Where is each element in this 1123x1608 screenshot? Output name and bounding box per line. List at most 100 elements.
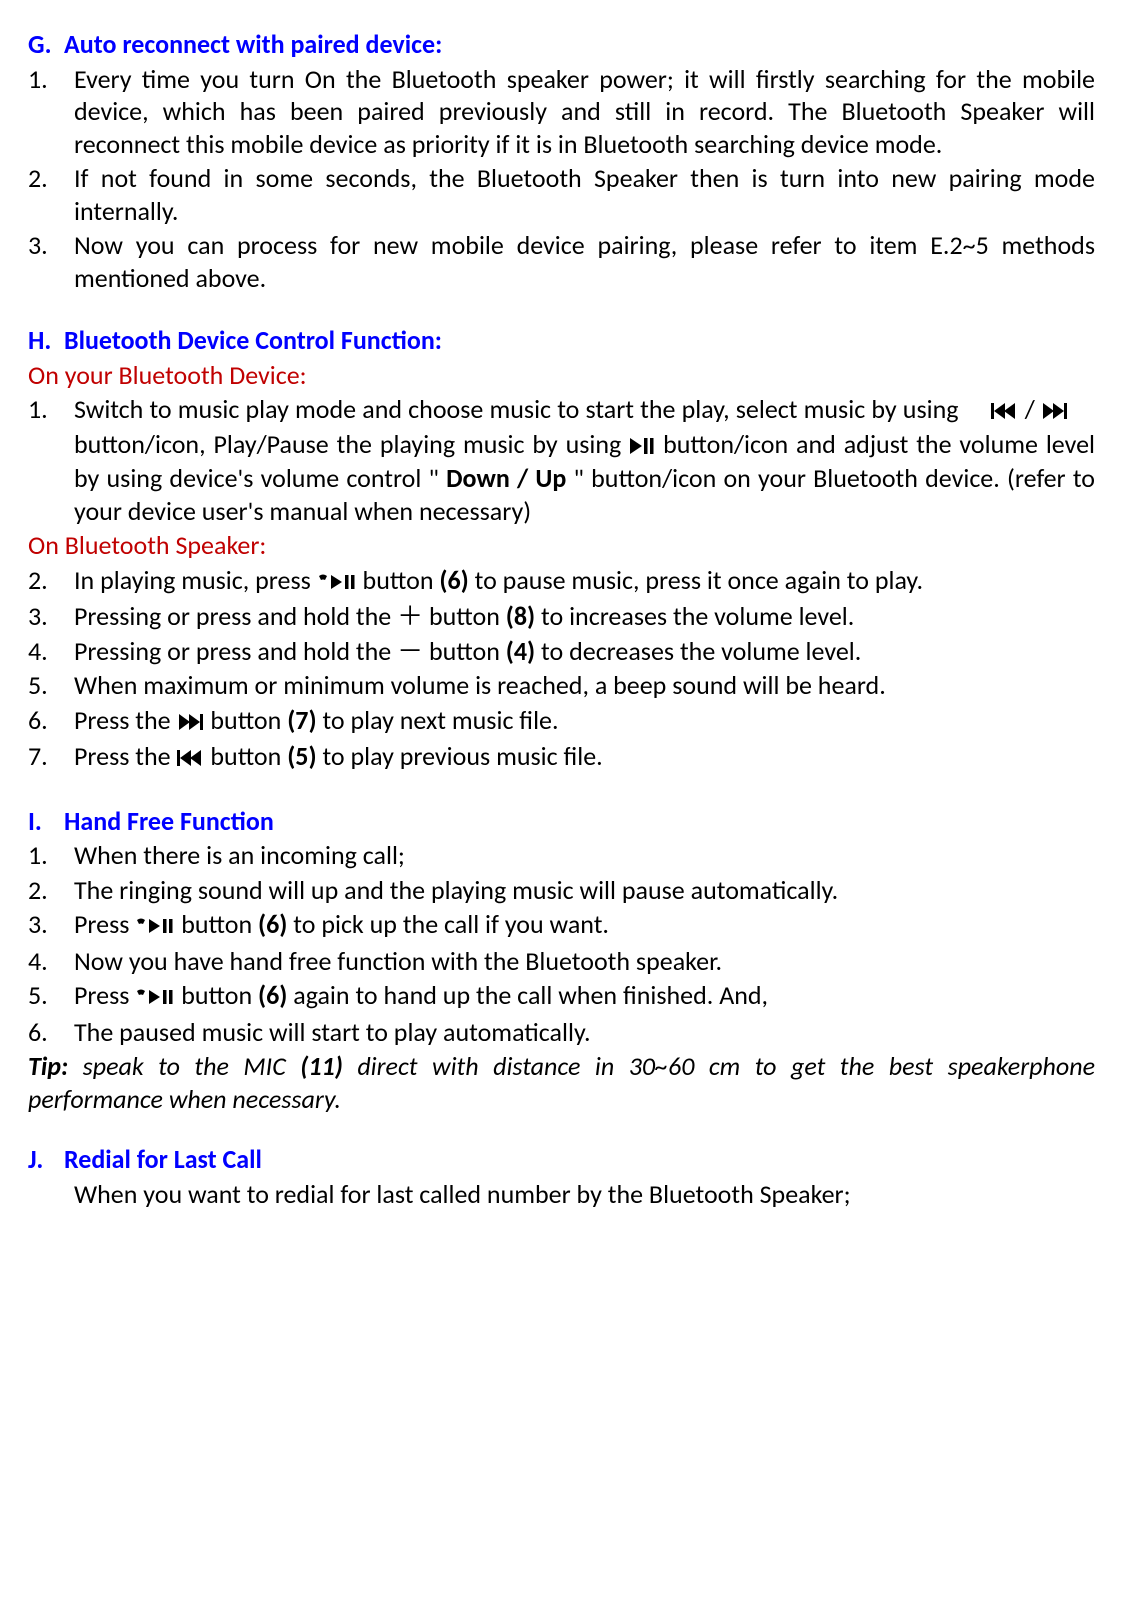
list-item: 1. Switch to music play mode and choose …	[28, 393, 1095, 527]
section-h-sub1: On your Bluetooth Device:	[28, 359, 1095, 392]
item-number: 1.	[28, 839, 74, 872]
item-text: In playing music, press button (6) to pa…	[74, 564, 1095, 599]
text-fragment: speak to the MIC	[68, 1050, 300, 1082]
section-j-title-text: Redial for Last Call	[64, 1143, 262, 1175]
text-fragment: button	[423, 635, 506, 667]
list-item: 6. The paused music will start to play a…	[28, 1016, 1095, 1049]
phone-play-pause-icon	[135, 981, 175, 1014]
item-number: 6.	[28, 1016, 74, 1049]
text-fragment: In playing music, press	[74, 564, 317, 596]
text-fragment: Press the	[74, 740, 177, 772]
list-item: 3. Pressing or press and hold the ＋ butt…	[28, 600, 1095, 633]
button-ref: (7)	[287, 704, 316, 736]
spacer	[28, 296, 1095, 324]
text-fragment: Pressing or press and hold the	[74, 635, 397, 667]
section-h-list2: 2. In playing music, press button (6) to…	[28, 564, 1095, 775]
section-j-title: J.Redial for Last Call	[28, 1143, 1095, 1176]
list-item: 4. Pressing or press and hold the － butt…	[28, 635, 1095, 668]
section-i-list: 1. When there is an incoming call; 2. Th…	[28, 839, 1095, 1048]
list-item: 1. Every time you turn On the Bluetooth …	[28, 63, 1095, 161]
item-text: Switch to music play mode and choose mus…	[74, 393, 1095, 527]
list-item: 3. Now you can process for new mobile de…	[28, 229, 1095, 294]
section-h-title: H.Bluetooth Device Control Function:	[28, 324, 1095, 357]
item-number: 6.	[28, 704, 74, 739]
section-g-list: 1. Every time you turn On the Bluetooth …	[28, 63, 1095, 295]
section-j-body: When you want to redial for last called …	[28, 1178, 1095, 1211]
item-text: The ringing sound will up and the playin…	[74, 874, 1095, 907]
plus-icon: ＋	[397, 600, 423, 632]
item-text: Now you can process for new mobile devic…	[74, 229, 1095, 294]
text-fragment: to play previous music file.	[317, 740, 603, 772]
text-fragment: Press	[74, 908, 135, 940]
item-text: When maximum or minimum volume is reache…	[74, 669, 1095, 702]
item-number: 3.	[28, 229, 74, 294]
button-ref: (4)	[506, 635, 535, 667]
text-fragment: Press	[74, 979, 135, 1011]
item-text: Pressing or press and hold the ＋ button …	[74, 600, 1095, 633]
list-item: 2. If not found in some seconds, the Blu…	[28, 162, 1095, 227]
text-fragment: Press the	[74, 704, 177, 736]
item-number: 2.	[28, 564, 74, 599]
text-fragment: Switch to music play mode and choose mus…	[74, 393, 991, 425]
text-fragment: button	[357, 564, 440, 596]
mic-ref: (11)	[300, 1050, 343, 1082]
section-i-title-text: Hand Free Function	[64, 805, 274, 837]
text-fragment: button	[205, 704, 288, 736]
item-text: Now you have hand free function with the…	[74, 945, 1095, 978]
minus-icon: －	[397, 635, 423, 667]
section-h-title-text: Bluetooth Device Control Function:	[64, 324, 442, 356]
item-number: 5.	[28, 669, 74, 702]
list-item: 7. Press the button (5) to play previous…	[28, 740, 1095, 775]
text-fragment: to increases the volume level.	[535, 600, 854, 632]
play-pause-icon	[629, 430, 655, 463]
button-ref: (5)	[287, 740, 316, 772]
item-number: 2.	[28, 874, 74, 907]
item-number: 3.	[28, 908, 74, 943]
item-text: Press button (6) to pick up the call if …	[74, 908, 1095, 943]
spacer	[28, 777, 1095, 805]
skip-previous-icon	[177, 742, 205, 775]
phone-play-pause-icon	[135, 910, 175, 943]
item-number: 4.	[28, 635, 74, 668]
text-fragment: to pick up the call if you want.	[287, 908, 609, 940]
item-text: Press the button (5) to play previous mu…	[74, 740, 1095, 775]
section-g-prefix: G.	[28, 28, 64, 61]
text-fragment: button	[423, 600, 506, 632]
item-text: Every time you turn On the Bluetooth spe…	[74, 63, 1095, 161]
item-number: 2.	[28, 162, 74, 227]
list-item: 2. In playing music, press button (6) to…	[28, 564, 1095, 599]
list-item: 6. Press the button (7) to play next mus…	[28, 704, 1095, 739]
text-fragment: again to hand up the call when finished.…	[287, 979, 768, 1011]
section-i-title: I.Hand Free Function	[28, 805, 1095, 838]
spacer	[28, 1115, 1095, 1143]
list-item: 5. When maximum or minimum volume is rea…	[28, 669, 1095, 702]
list-item: 3. Press button (6) to pick up the call …	[28, 908, 1095, 943]
section-h-list1: 1. Switch to music play mode and choose …	[28, 393, 1095, 527]
item-text: Pressing or press and hold the － button …	[74, 635, 1095, 668]
tip-label: Tip:	[28, 1050, 68, 1082]
item-text: Press the button (7) to play next music …	[74, 704, 1095, 739]
button-ref: (6)	[439, 564, 468, 596]
item-text: When there is an incoming call;	[74, 839, 1095, 872]
section-h-prefix: H.	[28, 324, 64, 357]
section-g-title-text: Auto reconnect with paired device:	[64, 28, 442, 60]
text-fragment: to play next music file.	[317, 704, 559, 736]
text-fragment: button	[175, 908, 258, 940]
item-number: 1.	[28, 393, 74, 527]
list-item: 4. Now you have hand free function with …	[28, 945, 1095, 978]
text-fragment: to decreases the volume level.	[535, 635, 861, 667]
skip-next-icon	[1041, 395, 1069, 428]
item-number: 1.	[28, 63, 74, 161]
button-ref: (8)	[506, 600, 535, 632]
text-fragment: button	[205, 740, 288, 772]
item-text: Press button (6) again to hand up the ca…	[74, 979, 1095, 1014]
text-fragment: button	[175, 979, 258, 1011]
item-text: The paused music will start to play auto…	[74, 1016, 1095, 1049]
list-item: 2. The ringing sound will up and the pla…	[28, 874, 1095, 907]
list-item: 1. When there is an incoming call;	[28, 839, 1095, 872]
text-fragment: Pressing or press and hold the	[74, 600, 397, 632]
section-h-sub2: On Bluetooth Speaker:	[28, 529, 1095, 562]
list-item: 5. Press button (6) again to hand up the…	[28, 979, 1095, 1014]
section-j-prefix: J.	[28, 1143, 64, 1176]
text-fragment: to pause music, press it once again to p…	[469, 564, 923, 596]
